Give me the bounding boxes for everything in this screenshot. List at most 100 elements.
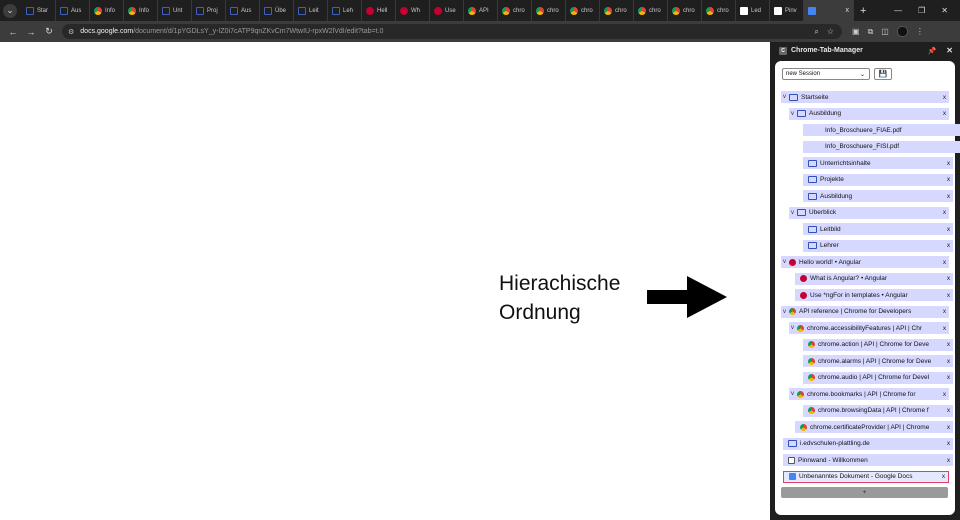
close-item-icon[interactable]: x <box>944 358 953 365</box>
browser-tab[interactable]: chro <box>702 0 736 21</box>
expand-toggle-icon[interactable]: v <box>781 259 788 265</box>
pin-icon[interactable]: 📌 <box>928 47 937 55</box>
expand-toggle-icon[interactable]: v <box>789 325 796 331</box>
close-item-icon[interactable]: x <box>944 226 953 233</box>
browser-tab[interactable]: Use <box>430 0 464 21</box>
close-item-icon[interactable]: x <box>940 308 949 315</box>
close-item-icon[interactable]: x <box>944 160 953 167</box>
browser-tab[interactable]: Led <box>736 0 770 21</box>
close-item-icon[interactable]: x <box>944 242 953 249</box>
tab-tree-item[interactable]: Unbenanntes Dokument - Google Docs x <box>783 470 949 483</box>
close-item-icon[interactable]: x <box>940 259 949 266</box>
browser-tab[interactable]: Übe <box>260 0 294 21</box>
close-item-icon[interactable]: x <box>939 473 948 480</box>
tab-tree-item[interactable]: Projekte x <box>803 173 953 186</box>
bookmark-star-icon[interactable]: ☆ <box>827 27 834 36</box>
site-info-icon[interactable]: ⚙ <box>68 28 74 36</box>
tab-tree-item[interactable]: v API reference | Chrome for Developers x <box>781 305 949 318</box>
forward-arrow-icon[interactable]: → <box>26 27 36 37</box>
browser-tab[interactable]: Aus <box>56 0 90 21</box>
close-tab-icon[interactable]: x <box>846 7 850 14</box>
session-select[interactable]: new Session ⌄ <box>782 68 870 80</box>
tab-tree-item[interactable]: v chrome.accessibilityFeatures | API | Ch… <box>789 322 949 334</box>
expand-toggle-icon[interactable]: v <box>781 94 788 100</box>
zoom-icon[interactable]: ⌕ <box>814 27 818 37</box>
tab-tree-item[interactable]: chrome.audio | API | Chrome for Devel x <box>803 371 953 384</box>
browser-tab[interactable]: Hell <box>362 0 396 21</box>
close-item-icon[interactable]: x <box>944 374 953 381</box>
close-item-icon[interactable]: x <box>944 440 953 447</box>
tab-tree-item[interactable]: Ausbildung x <box>803 190 953 202</box>
tab-tree-item[interactable]: chrome.alarms | API | Chrome for Deve x <box>803 355 953 367</box>
browser-tab[interactable]: chro <box>532 0 566 21</box>
browser-tab[interactable]: Wh <box>396 0 430 21</box>
browser-tab[interactable]: chro <box>566 0 600 21</box>
close-item-icon[interactable]: x <box>944 292 953 299</box>
menu-kebab-icon[interactable]: ⋮ <box>916 27 924 36</box>
tab-tree-item[interactable]: i.edvschulen-plattling.de x <box>783 437 953 450</box>
browser-tab[interactable]: Leh <box>328 0 362 21</box>
extension-c-icon[interactable]: ▣ <box>852 27 860 36</box>
browser-tab[interactable]: chro <box>668 0 702 21</box>
tab-tree-item[interactable]: What is Angular? • Angular x <box>795 272 953 285</box>
browser-tab[interactable]: chro <box>600 0 634 21</box>
save-session-button[interactable]: 💾 <box>874 68 892 80</box>
tab-tree-item[interactable]: v chrome.bookmarks | API | Chrome for x <box>789 388 949 400</box>
tab-tree-item[interactable]: Info_Broschuere_FISI.pdfx <box>803 140 960 153</box>
tab-tree-item[interactable]: v Hello world! • Angular x <box>781 256 949 268</box>
close-item-icon[interactable]: x <box>940 325 949 332</box>
tab-tree-item[interactable]: chrome.action | API | Chrome for Deve x <box>803 338 953 351</box>
close-item-icon[interactable]: x <box>944 457 953 464</box>
tab-tree-item[interactable]: chrome.browsingData | API | Chrome f x <box>803 404 953 417</box>
side-panel-icon[interactable]: ◫ <box>881 27 889 36</box>
browser-tab[interactable]: API <box>464 0 498 21</box>
expand-toggle-icon[interactable]: v <box>781 309 788 315</box>
tab-tree-item[interactable]: v Ausbildung x <box>789 107 949 120</box>
add-button[interactable]: + <box>781 487 948 498</box>
close-item-icon[interactable]: x <box>944 341 953 348</box>
browser-tab[interactable]: chro <box>634 0 668 21</box>
browser-tab[interactable]: Proj <box>192 0 226 21</box>
browser-tab[interactable]: Pinv <box>770 0 804 21</box>
close-item-icon[interactable]: x <box>940 391 949 398</box>
extensions-puzzle-icon[interactable]: ⧉ <box>868 27 874 37</box>
browser-tab[interactable]: Info <box>90 0 124 21</box>
close-item-icon[interactable]: x <box>940 209 949 216</box>
tab-tree-item[interactable]: Leitbild x <box>803 223 953 235</box>
tab-tree-item[interactable]: Pinnwand - Willkommen x <box>783 454 953 466</box>
minimize-icon[interactable]: — <box>894 6 902 15</box>
browser-tab[interactable]: Info <box>124 0 158 21</box>
tab-tree-item[interactable]: v Überblick x <box>789 206 949 219</box>
tab-search-button[interactable]: ⌄ <box>3 3 17 18</box>
close-item-icon[interactable]: x <box>944 193 953 200</box>
close-item-icon[interactable]: x <box>944 407 953 414</box>
browser-tab[interactable]: Leit <box>294 0 328 21</box>
browser-tab[interactable]: Unt <box>158 0 192 21</box>
expand-toggle-icon[interactable]: v <box>789 111 796 117</box>
close-window-icon[interactable]: ✕ <box>941 6 948 15</box>
close-panel-icon[interactable]: ✕ <box>946 46 953 55</box>
tab-tree-item[interactable]: Use *ngFor in templates • Angular x <box>795 289 953 301</box>
tab-tree-item[interactable]: Unterrichtsinhalte x <box>803 157 953 169</box>
close-item-icon[interactable]: x <box>944 176 953 183</box>
reload-icon[interactable]: ↻ <box>44 26 54 37</box>
profile-avatar[interactable] <box>896 26 908 37</box>
close-item-icon[interactable]: x <box>944 424 953 431</box>
close-item-icon[interactable]: x <box>940 110 949 117</box>
tab-tree-item[interactable]: v Startseite x <box>781 91 949 103</box>
browser-tab[interactable]: chro <box>498 0 532 21</box>
tab-tree-item[interactable]: Lehrer x <box>803 239 953 252</box>
expand-toggle-icon[interactable]: v <box>789 210 796 216</box>
address-bar[interactable]: ⚙ docs.google.com/document/d/1pYGDLsY_y-… <box>62 24 842 39</box>
tab-tree-item[interactable]: Info_Broschuere_FIAE.pdfx <box>803 124 960 136</box>
browser-tab[interactable]: Star <box>22 0 56 21</box>
browser-tab[interactable]: Aus <box>226 0 260 21</box>
browser-tab-active[interactable]: x <box>804 0 854 21</box>
back-arrow-icon[interactable]: ← <box>8 27 18 37</box>
restore-icon[interactable]: ❐ <box>918 6 925 15</box>
new-tab-button[interactable]: + <box>860 5 866 17</box>
tab-tree-item[interactable]: chrome.certificateProvider | API | Chrom… <box>795 421 953 433</box>
expand-toggle-icon[interactable]: v <box>789 391 796 397</box>
close-item-icon[interactable]: x <box>940 94 949 101</box>
close-item-icon[interactable]: x <box>944 275 953 282</box>
